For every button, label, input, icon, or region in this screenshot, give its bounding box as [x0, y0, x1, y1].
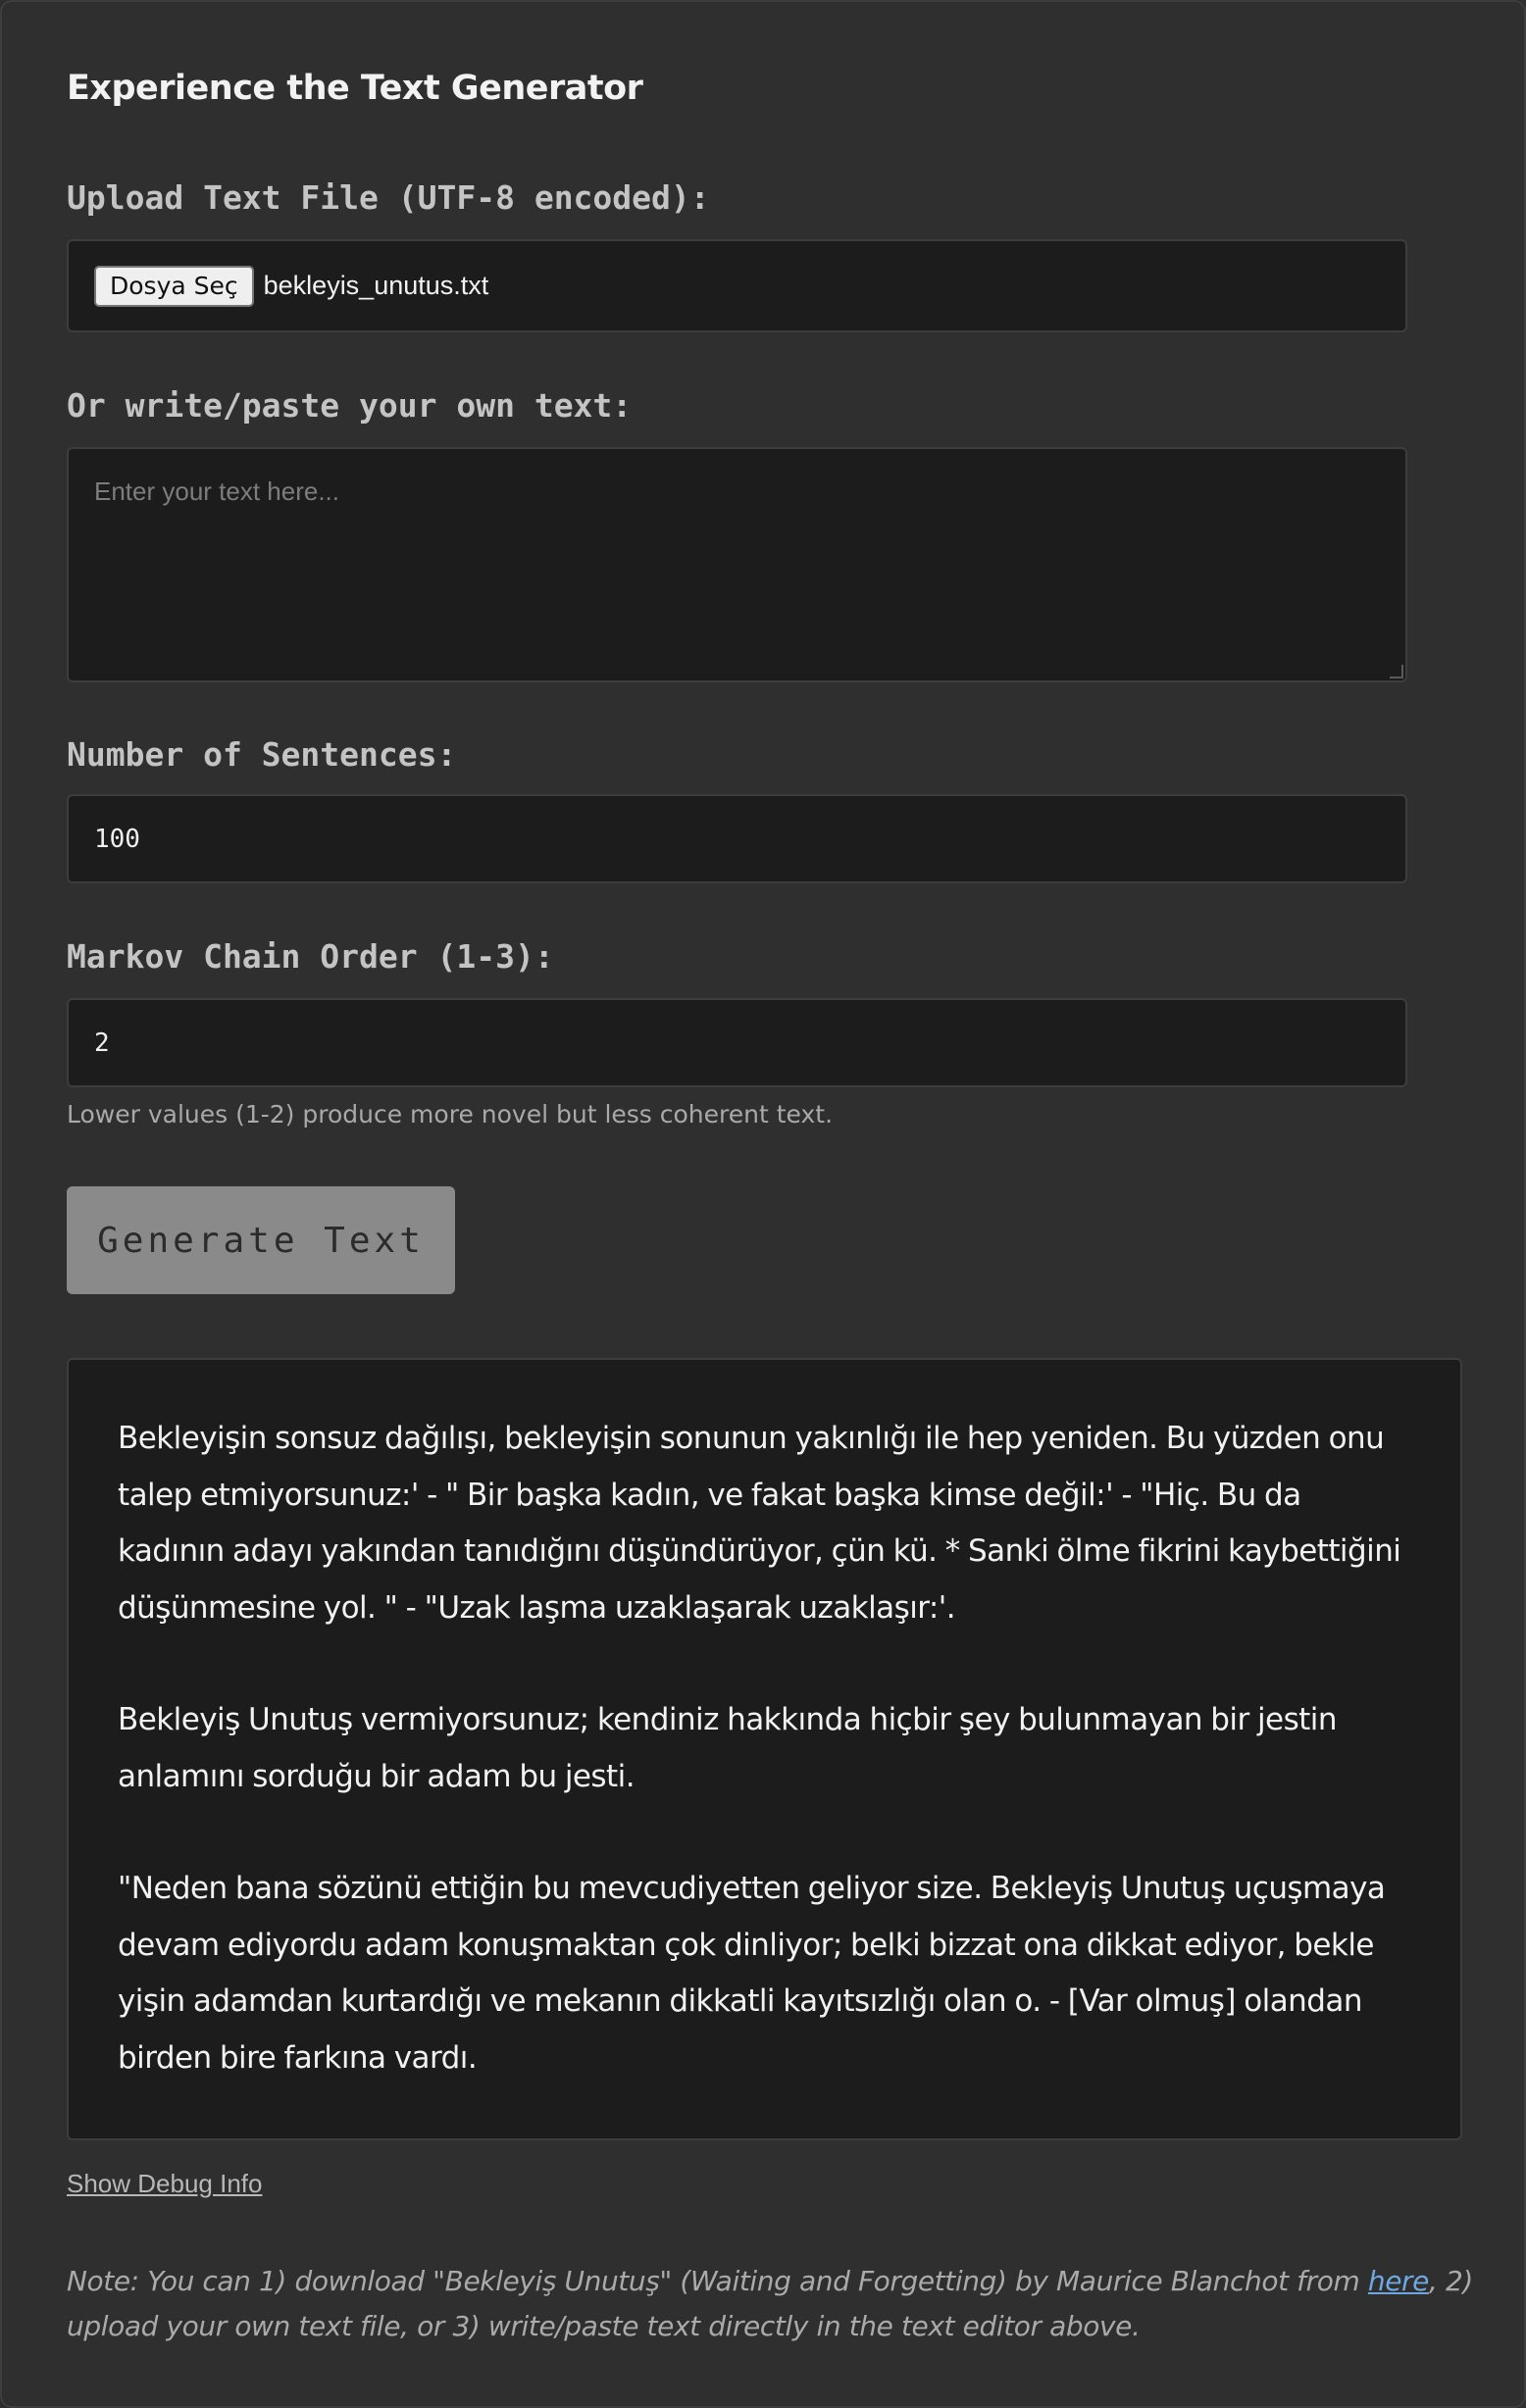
- file-input[interactable]: Dosya Seç bekleyis_unutus.txt: [67, 239, 1407, 332]
- sentences-input[interactable]: 100: [67, 794, 1407, 883]
- usage-note: Note: You can 1) download "Bekleyiş Unut…: [67, 2259, 1479, 2349]
- output-paragraph: Bekleyiş Unutuş vermiyorsunuz; kendiniz …: [118, 1702, 1338, 1794]
- output-paragraph: Bekleyişin sonsuz dağılışı, bekleyişin s…: [118, 1421, 1401, 1626]
- note-text: Note: You can 1) download "Bekleyiş Unut…: [67, 2265, 1368, 2297]
- sentences-value: 100: [94, 824, 140, 854]
- show-debug-link[interactable]: Show Debug Info: [67, 2169, 262, 2199]
- choose-file-button[interactable]: Dosya Seç: [94, 265, 254, 307]
- selected-file-name: bekleyis_unutus.txt: [263, 271, 489, 300]
- resize-handle[interactable]: [1390, 665, 1403, 678]
- page-title: Experience the Text Generator: [67, 69, 643, 108]
- generate-button[interactable]: Generate Text: [67, 1186, 455, 1294]
- generator-panel: Experience the Text Generator Upload Tex…: [0, 0, 1526, 2408]
- text-input-area[interactable]: Enter your text here...: [67, 447, 1407, 682]
- text-input-label: Or write/paste your own text:: [67, 386, 633, 425]
- generated-output: Bekleyişin sonsuz dağılışı, bekleyişin s…: [67, 1358, 1462, 2140]
- order-hint: Lower values (1-2) produce more novel bu…: [67, 1100, 834, 1129]
- output-paragraph: "Neden bana sözünü ettiğin bu mevcudiyet…: [118, 1871, 1386, 2076]
- order-label: Markov Chain Order (1-3):: [67, 937, 554, 976]
- upload-label: Upload Text File (UTF-8 encoded):: [67, 178, 710, 217]
- download-here-link[interactable]: here: [1368, 2265, 1430, 2297]
- order-value: 2: [94, 1028, 110, 1058]
- sentences-label: Number of Sentences:: [67, 735, 457, 774]
- text-input-placeholder: Enter your text here...: [94, 477, 340, 506]
- order-input[interactable]: 2: [67, 998, 1407, 1087]
